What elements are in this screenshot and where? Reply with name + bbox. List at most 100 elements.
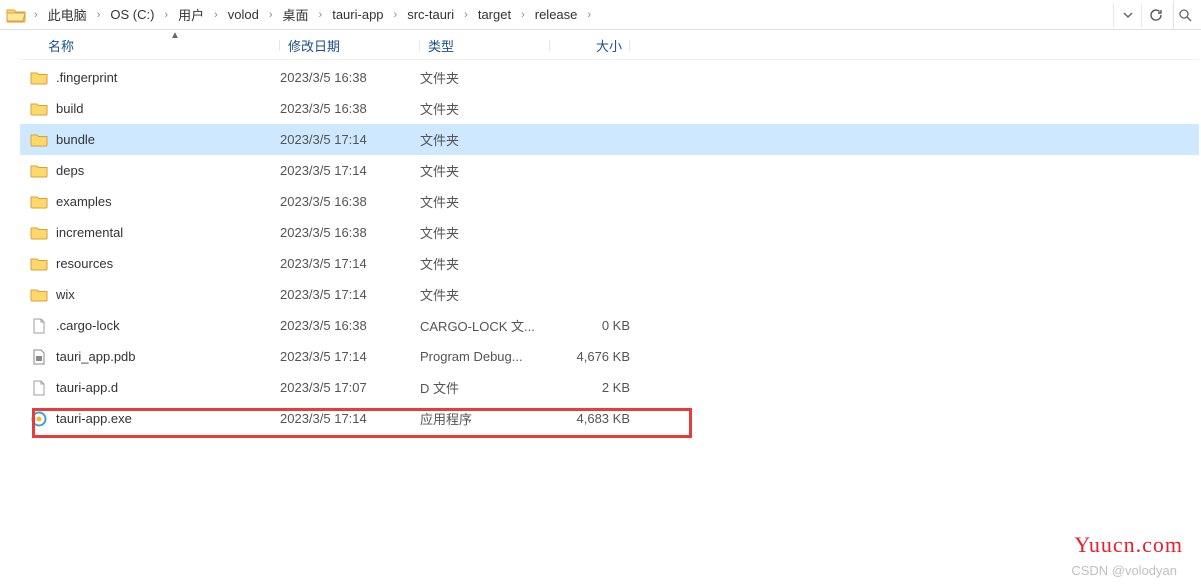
chevron-right-icon: ›: [32, 9, 40, 21]
file-row[interactable]: examples 2023/3/5 16:38文件夹: [20, 186, 1199, 217]
cell-name: bundle: [20, 132, 280, 148]
cell-date: 2023/3/5 16:38: [280, 70, 420, 85]
file-name-text: examples: [56, 194, 112, 209]
file-name-text: tauri_app.pdb: [56, 349, 136, 364]
cell-date: 2023/3/5 17:14: [280, 411, 420, 426]
breadcrumb[interactable]: ›此电脑›OS (C:)›用户›volod›桌面›tauri-app›src-t…: [32, 3, 1113, 26]
file-row[interactable]: tauri-app.d2023/3/5 17:07D 文件2 KB: [20, 372, 1199, 403]
chevron-right-icon: ›: [519, 9, 527, 21]
file-row[interactable]: tauri-app.exe 2023/3/5 17:14应用程序4,683 KB: [20, 403, 1199, 434]
cell-date: 2023/3/5 17:14: [280, 132, 420, 147]
file-row[interactable]: .fingerprint 2023/3/5 16:38文件夹: [20, 62, 1199, 93]
watermark-text: Yuucn.com: [1074, 532, 1183, 558]
breadcrumb-segment[interactable]: 桌面: [279, 3, 313, 26]
cell-type: 文件夹: [420, 254, 550, 273]
cell-name: wix: [20, 287, 280, 303]
column-type[interactable]: 类型: [420, 36, 550, 55]
file-list: ▲ 名称 修改日期 类型 大小 .fingerprint 2023/3/5 16:…: [20, 32, 1199, 588]
file-row[interactable]: wix 2023/3/5 17:14文件夹: [20, 279, 1199, 310]
file-name-text: deps: [56, 163, 84, 178]
file-name-text: tauri-app.exe: [56, 411, 132, 426]
file-name-text: build: [56, 101, 83, 116]
column-name[interactable]: 名称: [20, 36, 280, 55]
file-name-text: bundle: [56, 132, 95, 147]
file-name-text: .cargo-lock: [56, 318, 120, 333]
chevron-right-icon: ›: [462, 9, 470, 21]
breadcrumb-segment[interactable]: target: [474, 5, 515, 24]
cell-type: Program Debug...: [420, 349, 550, 364]
cell-name: .fingerprint: [20, 70, 280, 86]
chevron-right-icon: ›: [317, 9, 325, 21]
cell-name: resources: [20, 256, 280, 272]
file-row[interactable]: build 2023/3/5 16:38文件夹: [20, 93, 1199, 124]
column-size[interactable]: 大小: [550, 36, 630, 55]
cell-date: 2023/3/5 16:38: [280, 318, 420, 333]
breadcrumb-segment[interactable]: src-tauri: [403, 5, 458, 24]
folder-icon: [30, 163, 48, 179]
cell-type: 文件夹: [420, 285, 550, 304]
cell-date: 2023/3/5 16:38: [280, 101, 420, 116]
file-row[interactable]: deps 2023/3/5 17:14文件夹: [20, 155, 1199, 186]
file-name-text: resources: [56, 256, 113, 271]
file-row[interactable]: incremental2023/3/5 16:38文件夹: [20, 217, 1199, 248]
file-name-text: wix: [56, 287, 75, 302]
breadcrumb-segment[interactable]: 用户: [174, 3, 208, 26]
cell-date: 2023/3/5 17:14: [280, 256, 420, 271]
folder-icon: [30, 101, 48, 117]
cell-name: examples: [20, 194, 280, 210]
file-row[interactable]: bundle2023/3/5 17:14文件夹: [20, 124, 1199, 155]
cell-type: 文件夹: [420, 68, 550, 87]
cell-size: 2 KB: [550, 380, 630, 395]
cell-name: tauri_app.pdb: [20, 349, 280, 365]
cell-type: 应用程序: [420, 409, 550, 428]
open-folder-icon: [6, 7, 26, 23]
chevron-right-icon: ›: [585, 9, 593, 21]
breadcrumb-segment[interactable]: volod: [224, 5, 263, 24]
file-row[interactable]: resources 2023/3/5 17:14文件夹: [20, 248, 1199, 279]
cell-type: 文件夹: [420, 192, 550, 211]
column-date[interactable]: 修改日期: [280, 36, 420, 55]
chevron-right-icon: ›: [95, 9, 103, 21]
file-row[interactable]: .cargo-lock 2023/3/5 16:38CARGO-LOCK 文...…: [20, 310, 1199, 341]
credit-text: CSDN @volodyan: [1071, 563, 1177, 578]
cell-date: 2023/3/5 17:14: [280, 287, 420, 302]
folder-icon: [30, 70, 48, 86]
cell-name: incremental: [20, 225, 280, 241]
history-dropdown-button[interactable]: [1113, 3, 1141, 27]
search-button[interactable]: [1173, 1, 1195, 29]
file-name-text: incremental: [56, 225, 123, 240]
chevron-right-icon: ›: [162, 9, 170, 21]
cell-type: CARGO-LOCK 文...: [420, 316, 550, 335]
cell-date: 2023/3/5 16:38: [280, 194, 420, 209]
chevron-right-icon: ›: [267, 9, 275, 21]
breadcrumb-segment[interactable]: tauri-app: [328, 5, 387, 24]
breadcrumb-segment[interactable]: release: [531, 5, 582, 24]
cell-date: 2023/3/5 17:14: [280, 163, 420, 178]
cell-name: deps: [20, 163, 280, 179]
file-icon: [30, 318, 48, 334]
cell-name: build: [20, 101, 280, 117]
cell-type: 文件夹: [420, 223, 550, 242]
exe-icon: [30, 411, 48, 427]
file-row[interactable]: tauri_app.pdb2023/3/5 17:14Program Debug…: [20, 341, 1199, 372]
folder-icon: [30, 287, 48, 303]
address-bar: ›此电脑›OS (C:)›用户›volod›桌面›tauri-app›src-t…: [0, 0, 1201, 30]
cell-size: 4,676 KB: [550, 349, 630, 364]
chevron-right-icon: ›: [212, 9, 220, 21]
column-headers[interactable]: ▲ 名称 修改日期 类型 大小: [20, 32, 1199, 60]
folder-icon: [30, 225, 48, 241]
cell-name: tauri-app.d: [20, 380, 280, 396]
file-icon: [30, 380, 48, 396]
cell-name: .cargo-lock: [20, 318, 280, 334]
file-name-text: .fingerprint: [56, 70, 117, 85]
refresh-button[interactable]: [1141, 3, 1169, 27]
cell-type: 文件夹: [420, 99, 550, 118]
pdb-icon: [30, 349, 48, 365]
breadcrumb-segment[interactable]: OS (C:): [106, 5, 158, 24]
file-name-text: tauri-app.d: [56, 380, 118, 395]
cell-size: 4,683 KB: [550, 411, 630, 426]
cell-date: 2023/3/5 17:07: [280, 380, 420, 395]
cell-type: 文件夹: [420, 161, 550, 180]
folder-icon: [30, 256, 48, 272]
breadcrumb-segment[interactable]: 此电脑: [44, 3, 91, 26]
